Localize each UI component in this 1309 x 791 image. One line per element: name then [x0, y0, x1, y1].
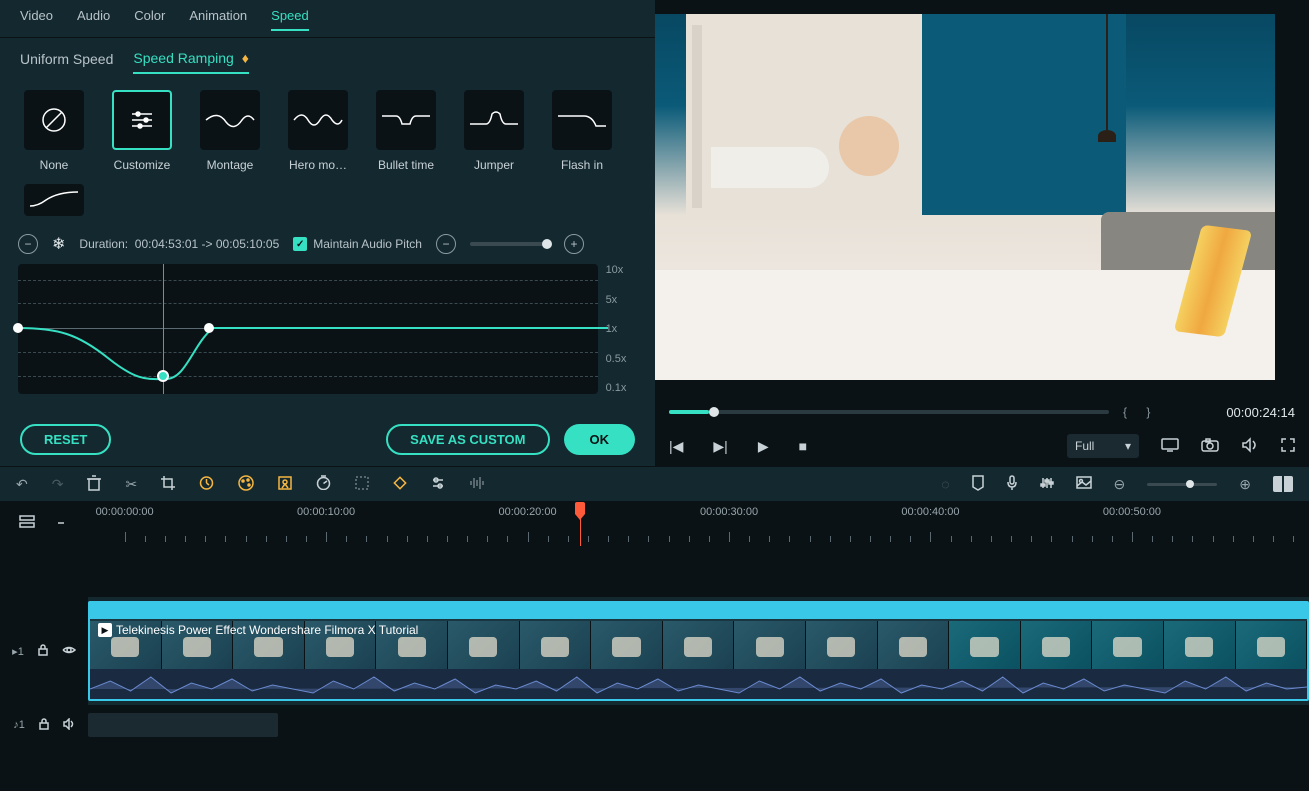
stack-tracks-icon[interactable] [19, 515, 35, 534]
audio-track-badge: ♪1 [13, 719, 25, 731]
render-preview-icon[interactable]: ◌ [941, 476, 949, 492]
audio-mixer-icon[interactable] [1040, 476, 1054, 493]
crop-icon[interactable] [161, 476, 175, 493]
stop-icon[interactable]: ■ [799, 438, 807, 454]
pitch-slider[interactable] [470, 242, 550, 246]
pitch-plus-icon[interactable]: + [564, 234, 584, 254]
tab-animation[interactable]: Animation [189, 8, 247, 31]
main-tabs: Video Audio Color Animation Speed [0, 0, 655, 38]
video-track-1: ▸1 ▶Telekinesis Power Effect Wondershare… [0, 596, 1309, 706]
preset-bullet-time[interactable]: Bullet time [368, 90, 444, 172]
preset-hero-label: Hero mo… [280, 158, 356, 172]
snapshot-camera-icon[interactable] [1201, 438, 1219, 455]
clip-waveform [90, 669, 1307, 699]
zoom-in-icon[interactable]: ⊕ [1239, 476, 1251, 493]
duration-timer-icon[interactable] [316, 475, 331, 493]
preset-grid: None Customize Montage Hero mo… Bullet t… [0, 82, 655, 224]
video-clip[interactable]: ▶Telekinesis Power Effect Wondershare Fi… [88, 601, 1309, 701]
split-scissors-icon[interactable]: ✂ [125, 476, 137, 493]
marker-shield-icon[interactable] [972, 475, 984, 494]
speed-ramp-graph-area: 10x 5x 1x 0.5x 0.1x [0, 264, 655, 394]
timeline-view-toggle[interactable] [1273, 476, 1293, 492]
save-as-custom-button[interactable]: SAVE AS CUSTOM [386, 424, 549, 455]
tab-color[interactable]: Color [134, 8, 165, 31]
audio-mute-speaker-icon[interactable] [63, 718, 75, 733]
display-monitor-icon[interactable] [1161, 438, 1179, 455]
preset-none-label: None [16, 158, 92, 172]
maintain-pitch-label: Maintain Audio Pitch [313, 237, 422, 251]
preset-jumper[interactable]: Jumper [456, 90, 532, 172]
timeline-toolbar: ↶ ↷ ✂ ◌ ⊖ ⊕ [0, 466, 1309, 502]
preset-none[interactable]: None [16, 90, 92, 172]
green-screen-icon[interactable] [278, 476, 292, 493]
maintain-pitch-checkbox[interactable]: ✓ Maintain Audio Pitch [293, 237, 422, 251]
lock-icon[interactable] [38, 644, 48, 659]
redo-icon[interactable]: ↷ [52, 476, 64, 493]
delete-icon[interactable] [87, 475, 101, 494]
pitch-minus-icon[interactable]: − [436, 234, 456, 254]
time-ruler[interactable]: 00:00:00:0000:00:10:0000:00:20:0000:00:3… [88, 502, 1309, 546]
speed-ramp-graph[interactable] [18, 264, 598, 394]
subtab-speed-ramping[interactable]: Speed Ramping ♦ [133, 50, 248, 74]
preview-quality-select[interactable]: Full▾ [1067, 434, 1139, 458]
volume-icon[interactable] [1241, 437, 1259, 456]
tab-video[interactable]: Video [20, 8, 53, 31]
playback-timecode: 00:00:24:14 [1226, 405, 1295, 420]
visibility-eye-icon[interactable] [62, 645, 76, 658]
preset-customize[interactable]: Customize [104, 90, 180, 172]
picture-icon[interactable] [1076, 476, 1092, 492]
video-track-badge: ▸1 [12, 645, 24, 658]
play-icon[interactable]: ▶ [758, 438, 769, 455]
speed-clock-icon[interactable] [199, 475, 214, 493]
ramp-keyframe-1[interactable] [13, 323, 23, 333]
playback-progress[interactable] [669, 410, 1109, 414]
audio-track-1: ♪1 [0, 706, 1309, 744]
playhead-handle[interactable] [575, 502, 585, 514]
speed-subtabs: Uniform Speed Speed Ramping ♦ [0, 38, 655, 82]
clip-title: ▶Telekinesis Power Effect Wondershare Fi… [98, 623, 418, 637]
undo-icon[interactable]: ↶ [16, 476, 28, 493]
ramp-keyframe-2[interactable] [157, 370, 169, 382]
adjustment-sliders-icon[interactable] [431, 476, 445, 493]
timeline: 00:00:00:0000:00:10:0000:00:20:0000:00:3… [0, 502, 1309, 791]
next-frame-icon[interactable]: ▶| [713, 438, 727, 455]
audio-waveform-icon[interactable] [469, 476, 485, 493]
zoom-out-icon[interactable]: ⊖ [1114, 476, 1126, 493]
ramp-keyframe-3[interactable] [204, 323, 214, 333]
subtab-speed-ramping-label: Speed Ramping [133, 50, 233, 72]
check-icon: ✓ [293, 237, 307, 251]
link-icon[interactable] [53, 515, 69, 533]
freeze-frame-icon[interactable]: ❄ [52, 234, 65, 254]
focus-rect-icon[interactable] [355, 476, 369, 493]
prev-frame-icon[interactable]: |◀ [669, 438, 683, 455]
ok-button[interactable]: OK [564, 424, 636, 455]
zoom-slider[interactable] [1147, 483, 1217, 486]
keyframe-diamond-icon[interactable] [393, 476, 407, 493]
reset-button[interactable]: RESET [20, 424, 111, 455]
preview-monitor [655, 0, 1309, 398]
preview-frame [655, 14, 1275, 380]
duration-label: Duration: 00:04:53:01 -> 00:05:10:05 [79, 237, 279, 251]
preset-jumper-label: Jumper [456, 158, 532, 172]
preset-more[interactable] [16, 184, 92, 216]
audio-lock-icon[interactable] [39, 718, 49, 733]
markers-bracket[interactable]: { } [1123, 405, 1158, 419]
subtab-uniform-speed[interactable]: Uniform Speed [20, 51, 113, 73]
preset-customize-label: Customize [104, 158, 180, 172]
remove-keyframe-icon[interactable]: − [18, 234, 38, 254]
tab-speed[interactable]: Speed [271, 8, 309, 31]
fullscreen-icon[interactable] [1281, 438, 1295, 455]
preset-hero-moment[interactable]: Hero mo… [280, 90, 356, 172]
premium-crown-icon: ♦ [242, 50, 249, 72]
preset-montage-label: Montage [192, 158, 268, 172]
preset-bullet-label: Bullet time [368, 158, 444, 172]
preset-flash-in[interactable]: Flash in [544, 90, 620, 172]
preset-flashin-label: Flash in [544, 158, 620, 172]
duration-controls: − ❄ Duration: 00:04:53:01 -> 00:05:10:05… [0, 224, 655, 264]
preset-montage[interactable]: Montage [192, 90, 268, 172]
voiceover-mic-icon[interactable] [1006, 475, 1018, 494]
color-palette-icon[interactable] [238, 475, 254, 494]
audio-clip-placeholder[interactable] [88, 713, 278, 737]
tab-audio[interactable]: Audio [77, 8, 110, 31]
